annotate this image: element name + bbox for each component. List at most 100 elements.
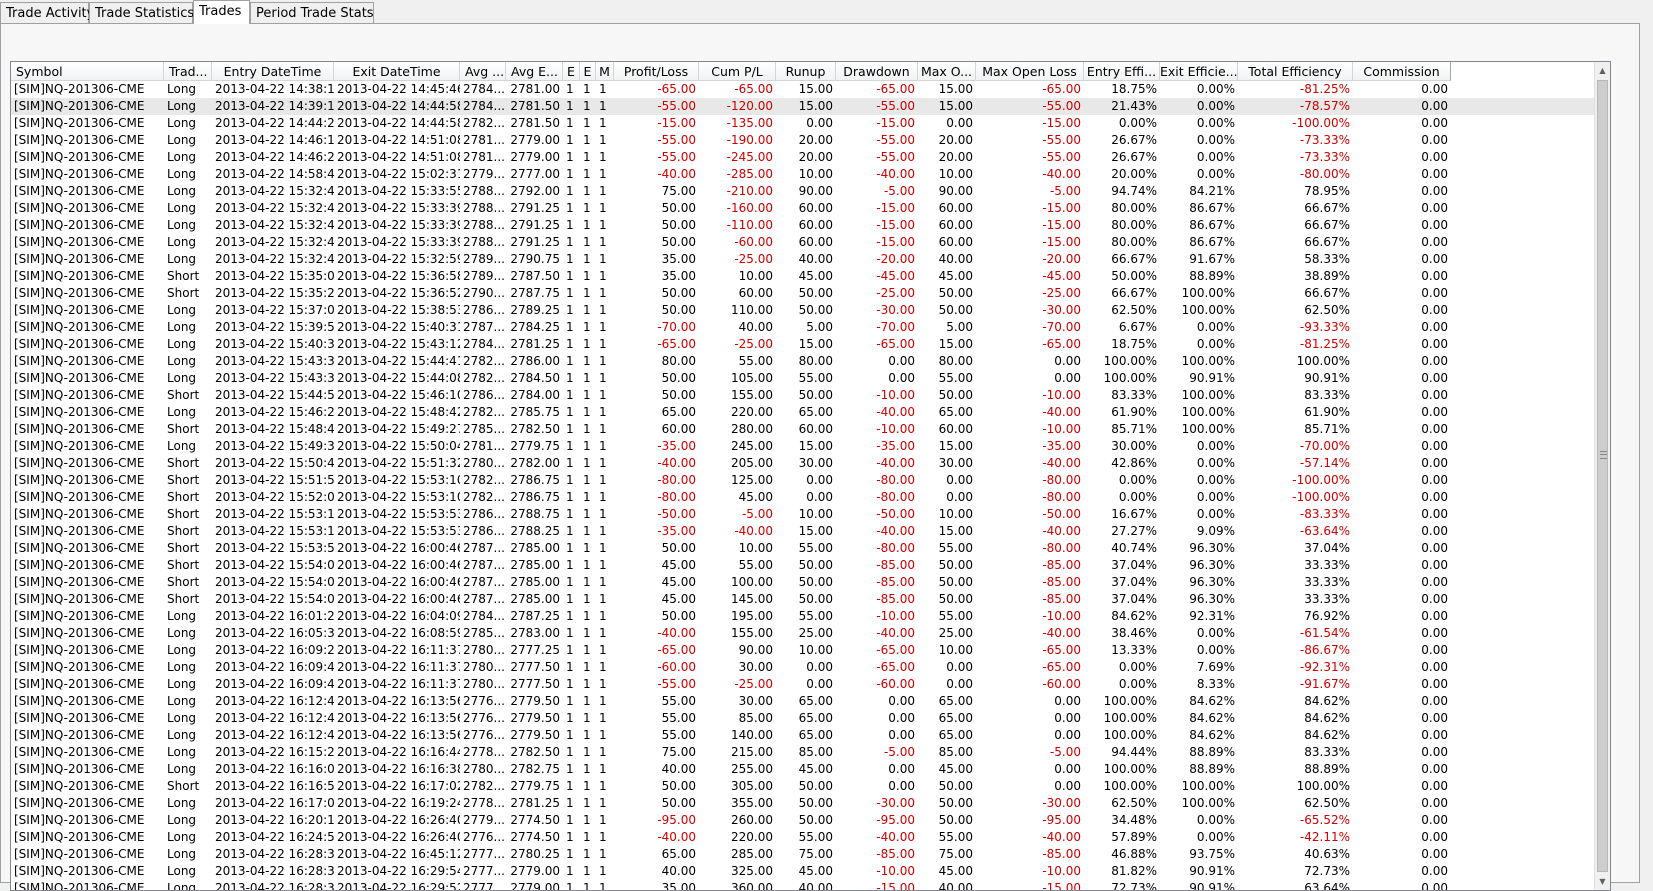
table-row[interactable]: [SIM]NQ-201306-CME Long 2013-04-22 15:46:2… (11, 404, 1597, 421)
table-row[interactable]: [SIM]NQ-201306-CME Long 2013-04-22 16:01:2… (11, 608, 1597, 625)
table-row[interactable]: [SIM]NQ-201306-CME Long 2013-04-22 14:38:1… (11, 81, 1597, 98)
table-row[interactable]: [SIM]NQ-201306-CME Long 2013-04-22 15:39:5… (11, 319, 1597, 336)
table-row[interactable]: [SIM]NQ-201306-CME Short 2013-04-22 15:44:… (11, 387, 1597, 404)
table-cell: 50.00 (938, 796, 973, 810)
table-row[interactable]: [SIM]NQ-201306-CME Short 2013-04-22 15:53:… (11, 540, 1597, 557)
table-cell: 25.00 (798, 626, 833, 640)
table-row[interactable]: [SIM]NQ-201306-CME Long 2013-04-22 15:43:3… (11, 370, 1597, 387)
table-row[interactable]: [SIM]NQ-201306-CME Long 2013-04-22 16:17:0… (11, 795, 1597, 812)
table-cell: 0.00% (1196, 830, 1235, 844)
table-row[interactable]: [SIM]NQ-201306-CME Short 2013-04-22 15:51:… (11, 472, 1597, 489)
table-row[interactable]: [SIM]NQ-201306-CME Long 2013-04-22 16:12:4… (11, 710, 1597, 727)
table-row[interactable]: [SIM]NQ-201306-CME Long 2013-04-22 16:24:5… (11, 829, 1597, 846)
column-header[interactable]: Commission (1353, 62, 1451, 81)
table-cell: 0.00 (1421, 524, 1448, 538)
table-row[interactable]: [SIM]NQ-201306-CME Long 2013-04-22 14:39:1… (11, 98, 1597, 115)
table-row[interactable]: [SIM]NQ-201306-CME Long 2013-04-22 15:32:4… (11, 251, 1597, 268)
table-row[interactable]: [SIM]NQ-201306-CME Long 2013-04-22 15:49:3… (11, 438, 1597, 455)
table-row[interactable]: [SIM]NQ-201306-CME Long 2013-04-22 14:46:2… (11, 149, 1597, 166)
table-row[interactable]: [SIM]NQ-201306-CME Long 2013-04-22 15:37:0… (11, 302, 1597, 319)
column-header[interactable]: Trad... (164, 62, 212, 81)
table-row[interactable]: [SIM]NQ-201306-CME Long 2013-04-22 14:46:1… (11, 132, 1597, 149)
table-cell: -63.64% (1299, 524, 1350, 538)
table-row[interactable]: [SIM]NQ-201306-CME Short 2013-04-22 15:54:… (11, 574, 1597, 591)
table-row[interactable]: [SIM]NQ-201306-CME Long 2013-04-22 16:16:0… (11, 761, 1597, 778)
table-cell: 1 (599, 745, 607, 759)
table-cell: 100.00% (1103, 779, 1157, 793)
table-row[interactable]: [SIM]NQ-201306-CME Short 2013-04-22 15:54:… (11, 557, 1597, 574)
table-row[interactable]: [SIM]NQ-201306-CME Long 2013-04-22 16:09:4… (11, 659, 1597, 676)
table-row[interactable]: [SIM]NQ-201306-CME Short 2013-04-22 15:48:… (11, 421, 1597, 438)
table-cell: 1 (599, 422, 607, 436)
table-row[interactable]: [SIM]NQ-201306-CME Long 2013-04-22 14:58:4… (11, 166, 1597, 183)
column-header[interactable]: Entry DateTime (212, 62, 334, 81)
table-row[interactable]: [SIM]NQ-201306-CME Long 2013-04-22 16:09:4… (11, 676, 1597, 693)
table-cell: [SIM]NQ-201306-CME (14, 235, 145, 249)
table-cell: 2013-04-22 16:28:32 (215, 847, 334, 861)
table-cell: 0.00 (1421, 303, 1448, 317)
table-cell: 1 (566, 218, 574, 232)
column-header[interactable]: Max Open Loss (976, 62, 1084, 81)
table-row[interactable]: [SIM]NQ-201306-CME Long 2013-04-22 15:43:3… (11, 353, 1597, 370)
table-row[interactable]: [SIM]NQ-201306-CME Long 2013-04-22 16:12:4… (11, 727, 1597, 744)
tab-trade-statistics[interactable]: Trade Statistics (89, 2, 194, 23)
table-cell: 96.30% (1189, 541, 1235, 555)
tab-trades[interactable]: Trades (193, 0, 250, 24)
column-header[interactable]: Exit DateTime (334, 62, 460, 81)
column-header[interactable]: Avg ... (460, 62, 506, 81)
table-row[interactable]: [SIM]NQ-201306-CME Long 2013-04-22 16:05:3… (11, 625, 1597, 642)
table-cell: 0.00% (1196, 133, 1235, 147)
chevron-up-icon[interactable]: ▲ (1595, 62, 1610, 79)
table-row[interactable]: [SIM]NQ-201306-CME Short 2013-04-22 15:53:… (11, 523, 1597, 540)
tab-trade-activity[interactable]: Trade Activity (0, 2, 94, 23)
column-header[interactable]: Runup (776, 62, 836, 81)
table-row[interactable]: [SIM]NQ-201306-CME Short 2013-04-22 15:35:… (11, 285, 1597, 302)
table-cell: 220.00 (731, 405, 773, 419)
column-header[interactable]: Entry Effi... (1084, 62, 1160, 81)
table-row[interactable]: [SIM]NQ-201306-CME Long 2013-04-22 16:09:2… (11, 642, 1597, 659)
column-header[interactable]: Total Efficiency (1238, 62, 1353, 81)
table-cell: 0.00 (946, 490, 973, 504)
column-header[interactable]: Symbol (11, 62, 164, 81)
table-row[interactable]: [SIM]NQ-201306-CME Long 2013-04-22 15:32:4… (11, 183, 1597, 200)
table-cell: -80.00% (1299, 167, 1350, 181)
column-header[interactable]: Cum P/L (699, 62, 776, 81)
table-row[interactable]: [SIM]NQ-201306-CME Long 2013-04-22 16:12:4… (11, 693, 1597, 710)
column-header[interactable]: Max O... (918, 62, 976, 81)
table-cell: -60.00 (876, 677, 915, 691)
column-header[interactable]: Drawdown (836, 62, 918, 81)
table-cell: 0.00 (1421, 830, 1448, 844)
table-row[interactable]: [SIM]NQ-201306-CME Short 2013-04-22 15:35:… (11, 268, 1597, 285)
table-row[interactable]: [SIM]NQ-201306-CME Long 2013-04-22 16:28:3… (11, 846, 1597, 863)
column-header[interactable]: Profit/Loss (614, 62, 699, 81)
chevron-down-icon[interactable]: ▼ (1595, 873, 1610, 890)
table-row[interactable]: [SIM]NQ-201306-CME Long 2013-04-22 15:32:4… (11, 217, 1597, 234)
table-row[interactable]: [SIM]NQ-201306-CME Short 2013-04-22 16:16:… (11, 778, 1597, 795)
table-row[interactable]: [SIM]NQ-201306-CME Long 2013-04-22 15:40:3… (11, 336, 1597, 353)
table-row[interactable]: [SIM]NQ-201306-CME Long 2013-04-22 16:15:2… (11, 744, 1597, 761)
column-header[interactable]: Exit Efficie... (1160, 62, 1238, 81)
scroll-thumb[interactable] (1597, 80, 1608, 872)
table-row[interactable]: [SIM]NQ-201306-CME Long 2013-04-22 16:20:1… (11, 812, 1597, 829)
table-cell: 1 (566, 677, 574, 691)
table-cell: 145.00 (731, 592, 773, 606)
table-cell: -55.00 (657, 150, 696, 164)
table-row[interactable]: [SIM]NQ-201306-CME Long 2013-04-22 14:44:2… (11, 115, 1597, 132)
table-row[interactable]: [SIM]NQ-201306-CME Short 2013-04-22 15:53:… (11, 506, 1597, 523)
vertical-scrollbar[interactable]: ▲ ▼ (1594, 62, 1610, 890)
table-row[interactable]: [SIM]NQ-201306-CME Long 2013-04-22 15:32:4… (11, 234, 1597, 251)
table-row[interactable]: [SIM]NQ-201306-CME Long 2013-04-22 16:28:3… (11, 880, 1597, 890)
table-row[interactable]: [SIM]NQ-201306-CME Long 2013-04-22 15:32:4… (11, 200, 1597, 217)
table-row[interactable]: [SIM]NQ-201306-CME Short 2013-04-22 15:52:… (11, 489, 1597, 506)
column-header[interactable]: E (563, 62, 580, 81)
table-row[interactable]: [SIM]NQ-201306-CME Short 2013-04-22 15:54:… (11, 591, 1597, 608)
table-cell: 2013-04-22 14:45:46 (337, 82, 460, 96)
table-cell: 1 (566, 507, 574, 521)
column-header[interactable]: Avg E... (506, 62, 563, 81)
table-row[interactable]: [SIM]NQ-201306-CME Long 2013-04-22 16:28:3… (11, 863, 1597, 880)
table-row[interactable]: [SIM]NQ-201306-CME Short 2013-04-22 15:50:… (11, 455, 1597, 472)
tab-period-trade-stats[interactable]: Period Trade Stats (250, 2, 374, 23)
table-cell: 50.00 (798, 303, 833, 317)
column-header[interactable]: M (596, 62, 614, 81)
column-header[interactable]: E (580, 62, 596, 81)
